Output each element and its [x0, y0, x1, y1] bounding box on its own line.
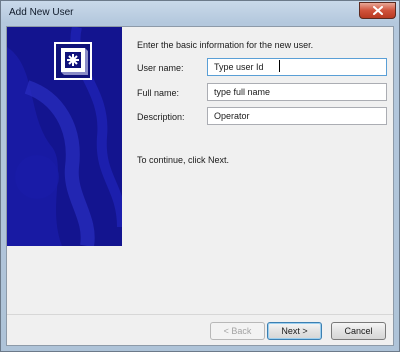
description-label: Description: — [137, 112, 185, 122]
cancel-button[interactable]: Cancel — [331, 322, 386, 340]
description-input[interactable] — [207, 107, 387, 125]
full-name-input[interactable] — [207, 83, 387, 101]
wizard-page: Enter the basic information for the new … — [6, 26, 394, 346]
full-name-label: Full name: — [137, 88, 180, 98]
button-separator — [7, 314, 393, 315]
user-name-label: User name: — [137, 63, 184, 73]
close-button[interactable] — [359, 2, 396, 19]
intro-text: Enter the basic information for the new … — [137, 40, 314, 50]
text-caret — [279, 60, 280, 72]
back-button[interactable]: < Back — [210, 322, 265, 340]
wizard-banner — [7, 27, 122, 246]
add-new-user-window: Add New User Enter the basic information… — [0, 0, 400, 352]
window-title: Add New User — [9, 7, 74, 18]
continue-instruction: To continue, click Next. — [137, 155, 230, 165]
user-name-input[interactable] — [207, 58, 387, 76]
user-logo-icon — [54, 42, 92, 80]
title-bar[interactable]: Add New User — [1, 1, 399, 26]
next-button[interactable]: Next > — [267, 322, 322, 340]
close-icon — [373, 6, 383, 15]
